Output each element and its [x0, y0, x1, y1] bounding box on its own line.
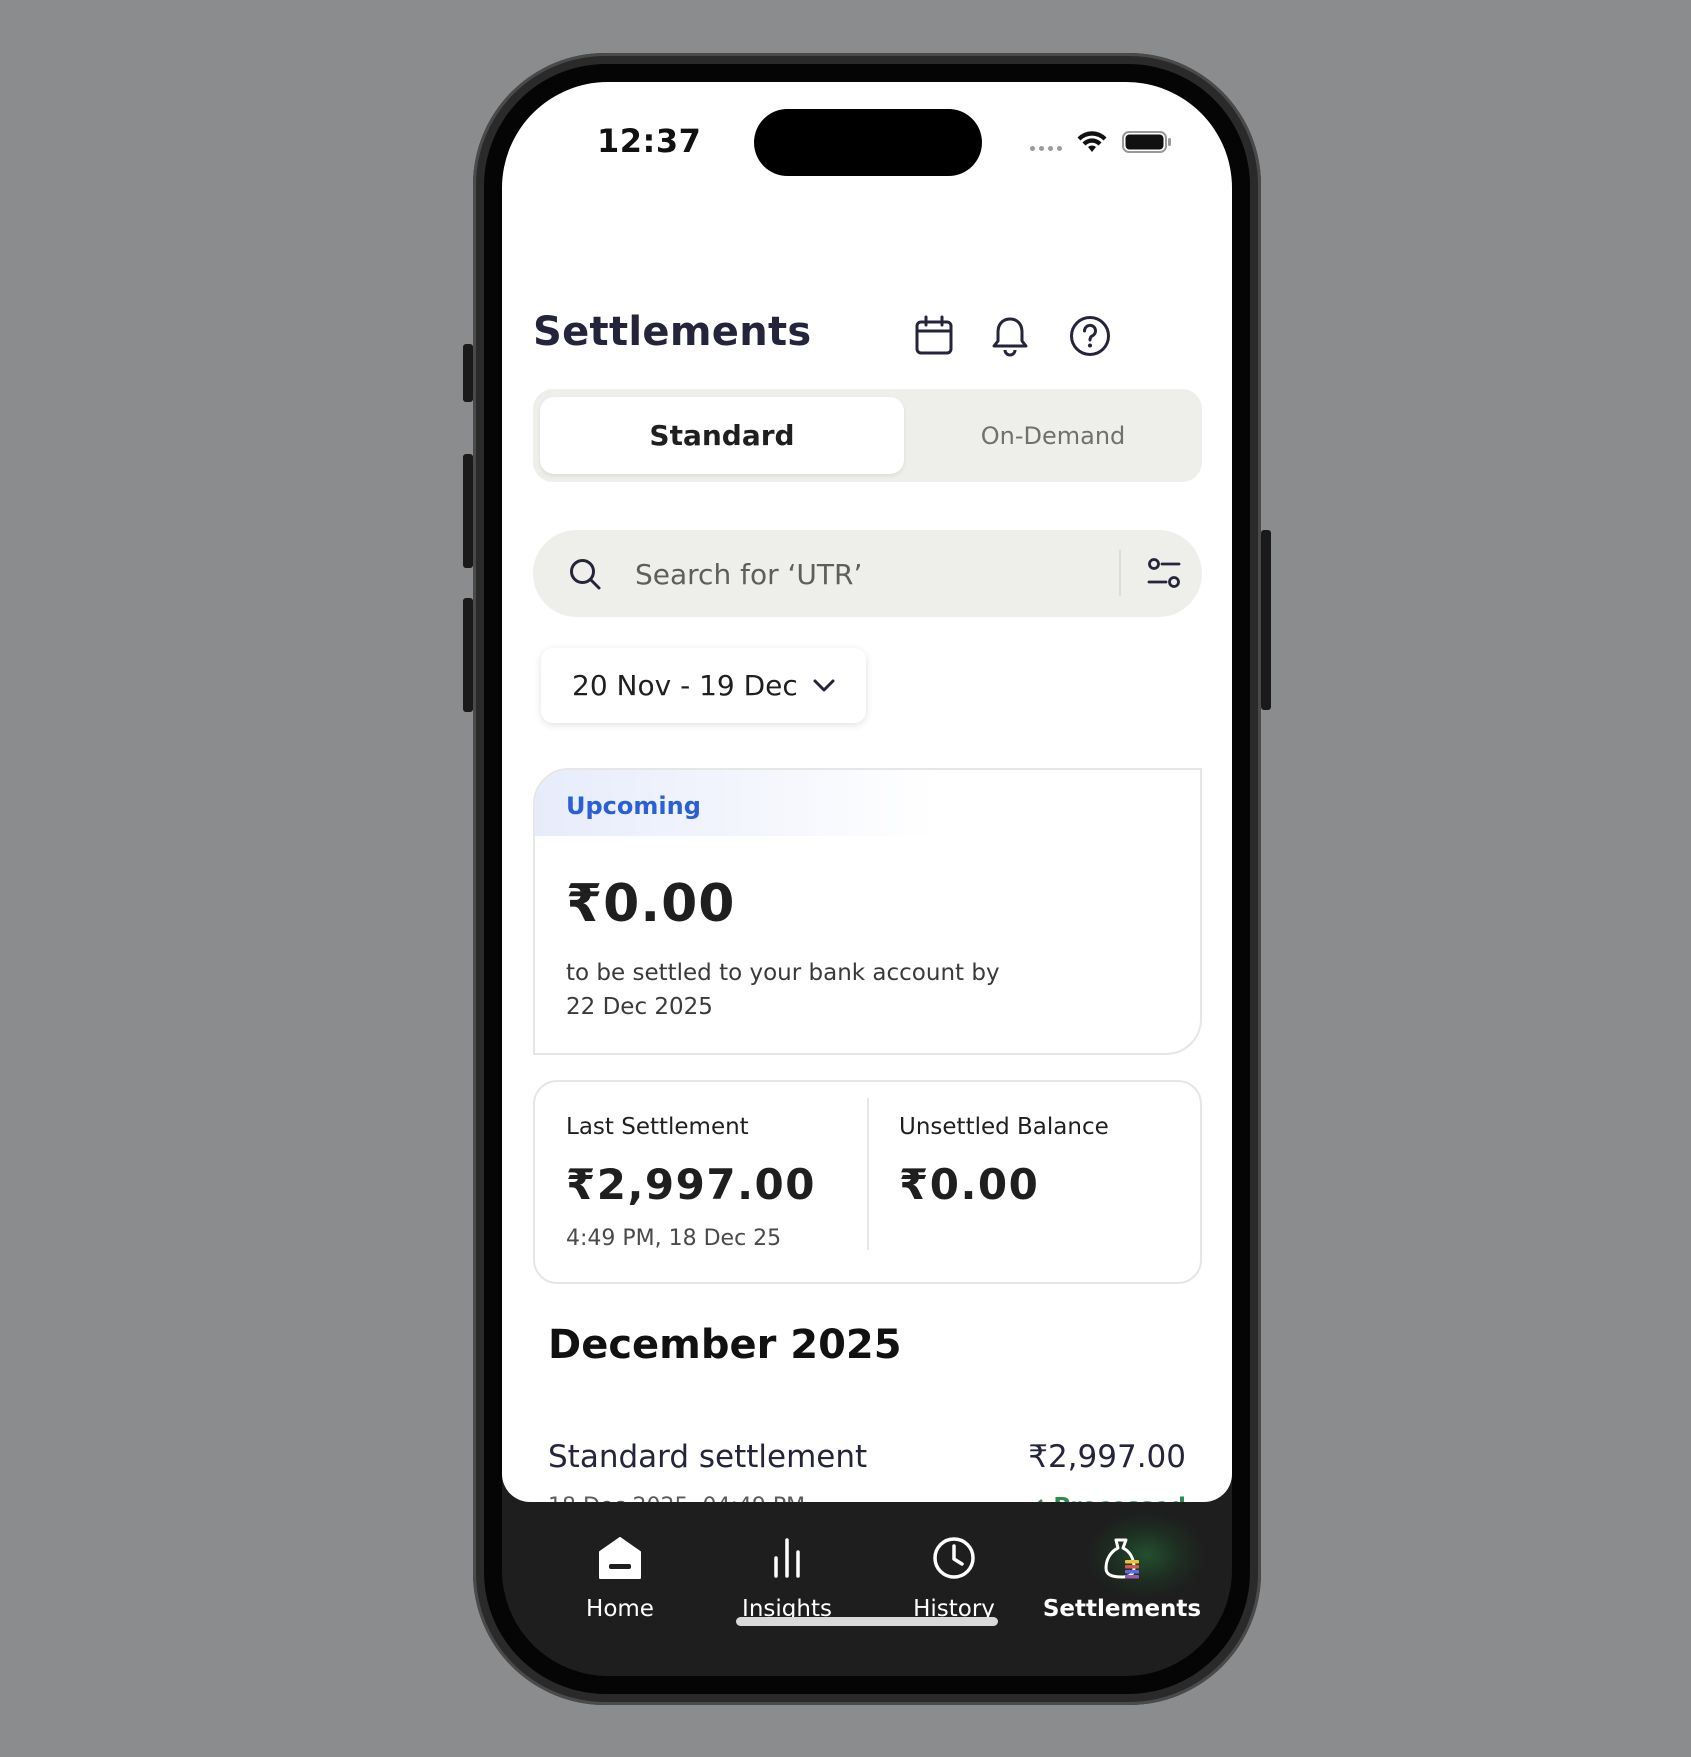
wifi-icon	[1077, 131, 1107, 152]
stats-divider	[867, 1098, 869, 1250]
balance-summary-card: Last Settlement ₹2,997.00 4:49 PM, 18 De…	[533, 1080, 1202, 1284]
date-range-label: 20 Nov - 19 Dec	[572, 669, 798, 702]
settlements-screen: 12:37 Settlements Standard On-Demand Sea…	[502, 82, 1232, 1502]
last-settlement-timestamp: 4:49 PM, 18 Dec 25	[566, 1226, 782, 1251]
phone-frame: 12:37 Settlements Standard On-Demand Sea…	[473, 53, 1261, 1705]
unsettled-balance-amount: ₹0.00	[899, 1160, 1040, 1209]
transaction-status-label: Processed	[1053, 1494, 1186, 1502]
bell-icon[interactable]	[988, 314, 1032, 358]
bar-chart-icon	[774, 1538, 800, 1578]
home-indicator[interactable]	[736, 1617, 998, 1626]
transaction-status: Processed	[1021, 1494, 1186, 1502]
last-settlement-label: Last Settlement	[566, 1114, 749, 1140]
cellular-signal-icon	[1030, 133, 1062, 151]
tab-history[interactable]: History	[869, 1502, 1039, 1622]
transaction-date: 18 Dec 2025, 04:49 PM	[548, 1494, 805, 1502]
help-icon[interactable]	[1068, 314, 1112, 358]
status-indicators	[1030, 130, 1172, 154]
tab-home[interactable]: Home	[535, 1502, 705, 1622]
volume-down-button	[463, 598, 473, 712]
month-header: December 2025	[548, 1322, 902, 1368]
tab-settlements[interactable]: Settlements	[1037, 1502, 1207, 1622]
transaction-amount: ₹2,997.00	[1028, 1439, 1186, 1475]
upcoming-settlement-card: Upcoming ₹0.00 to be settled to your ban…	[533, 768, 1202, 1055]
calendar-icon[interactable]	[912, 314, 956, 358]
money-bag-icon	[1104, 1538, 1139, 1579]
chevron-down-icon	[813, 679, 835, 692]
search-icon	[570, 559, 601, 590]
upcoming-tag: Upcoming	[566, 792, 701, 820]
phone-screen: 12:37 Settlements Standard On-Demand Sea…	[502, 82, 1232, 1676]
tab-standard[interactable]: Standard	[540, 397, 904, 474]
tab-home-label: Home	[586, 1596, 654, 1622]
transaction-row[interactable]: Standard settlement ₹2,997.00 18 Dec 202…	[548, 1439, 1186, 1502]
search-input[interactable]	[633, 530, 1117, 619]
unsettled-balance-label: Unsettled Balance	[899, 1114, 1109, 1140]
battery-icon	[1122, 131, 1171, 153]
page-title: Settlements	[533, 309, 812, 355]
volume-up-button	[463, 454, 473, 568]
home-icon	[599, 1537, 641, 1579]
bottom-tab-bar: Home Insights History Settlements	[502, 1502, 1232, 1676]
dynamic-island	[754, 109, 982, 176]
search-bar	[533, 530, 1202, 619]
search-divider	[1119, 550, 1121, 596]
upcoming-amount: ₹0.00	[566, 874, 736, 934]
status-time: 12:37	[597, 122, 702, 160]
filter-icon[interactable]	[1145, 555, 1183, 593]
transaction-title: Standard settlement	[548, 1439, 868, 1475]
tab-insights[interactable]: Insights	[702, 1502, 872, 1622]
action-button	[463, 344, 473, 402]
tab-on-demand[interactable]: On-Demand	[904, 397, 1202, 474]
clock-icon	[933, 1537, 975, 1579]
last-settlement-amount: ₹2,997.00	[566, 1160, 816, 1209]
tab-settlements-label: Settlements	[1042, 1596, 1202, 1622]
settlement-type-toggle: Standard On-Demand	[533, 389, 1202, 482]
date-range-dropdown[interactable]: 20 Nov - 19 Dec	[541, 648, 866, 723]
power-button	[1261, 530, 1271, 710]
upcoming-description: to be settled to your bank account by 22…	[566, 960, 1000, 1020]
